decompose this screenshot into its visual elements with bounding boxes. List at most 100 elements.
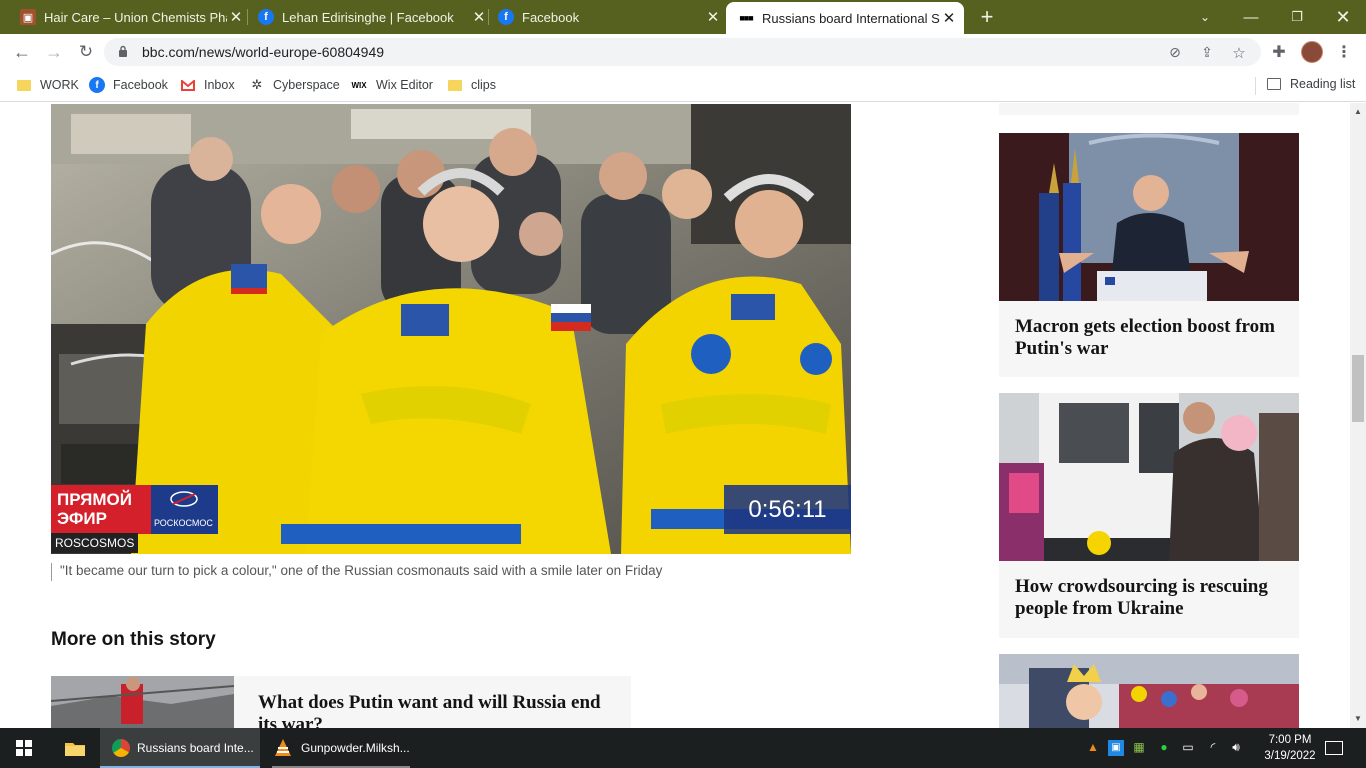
- sidebar-headline[interactable]: How crowdsourcing is rescuing people fro…: [1015, 576, 1290, 620]
- tab-search-chevron-icon[interactable]: ⌄: [1182, 0, 1228, 34]
- reading-list-button[interactable]: Reading list: [1267, 77, 1355, 91]
- close-icon[interactable]: ✕: [704, 8, 722, 26]
- tab-facebook[interactable]: f Facebook ✕: [490, 0, 722, 34]
- restore-button[interactable]: ❐: [1274, 0, 1320, 34]
- new-tab-button[interactable]: +: [964, 0, 1010, 34]
- live-label-line1: ПРЯМОЙ: [57, 490, 132, 509]
- reading-list-icon: [1267, 78, 1281, 90]
- bookmark-label: Cyberspace: [273, 78, 340, 92]
- cyberspace-icon: ✲: [251, 77, 263, 92]
- system-clock[interactable]: 7:00 PM 3/19/2022: [1258, 732, 1322, 764]
- scrollbar-thumb[interactable]: [1352, 355, 1364, 422]
- minimize-button[interactable]: —: [1228, 0, 1274, 34]
- extensions-puzzle-icon[interactable]: ✚: [1269, 42, 1289, 62]
- share-icon[interactable]: ⇪: [1198, 44, 1216, 60]
- reload-button[interactable]: ↻: [73, 39, 99, 65]
- image-caption: "It became our turn to pick a colour," o…: [51, 563, 851, 581]
- tab-separator: [488, 9, 489, 25]
- sidebar-card-next[interactable]: [999, 654, 1299, 728]
- wix-icon: WIX: [351, 80, 367, 90]
- bookmarks-bar: WORK f Facebook Inbox ✲ Cyberspace WIX W…: [0, 70, 1366, 102]
- bookmark-inbox[interactable]: Inbox: [180, 77, 235, 93]
- clock-date: 3/19/2022: [1264, 750, 1316, 762]
- vlc-icon: [275, 739, 291, 756]
- sidebar-card-crowdsourcing[interactable]: How crowdsourcing is rescuing people fro…: [999, 393, 1299, 638]
- roscosmos-emblem-icon: [170, 491, 198, 507]
- back-button[interactable]: ←: [9, 39, 35, 65]
- bookmark-clips[interactable]: clips: [447, 77, 496, 93]
- taskbar-vlc-window[interactable]: Gunpowder.Milksh...: [264, 728, 418, 768]
- tab-title: Russians board International Spa: [762, 10, 940, 26]
- live-label: ПРЯМОЙ ЭФИР: [51, 485, 151, 534]
- notifications-icon[interactable]: [1325, 741, 1343, 755]
- facebook-icon: f: [498, 9, 514, 25]
- scroll-up-arrow[interactable]: ▲: [1353, 108, 1363, 116]
- reading-list-label: Reading list: [1290, 77, 1356, 91]
- bbc-icon: ■■■: [739, 13, 753, 23]
- macron-image: [999, 133, 1299, 301]
- tab-lehan-facebook[interactable]: f Lehan Edirisinghe | Facebook ✕: [250, 0, 488, 34]
- window-close-button[interactable]: ✕: [1320, 0, 1366, 34]
- start-button[interactable]: [0, 728, 48, 768]
- bookmark-label: Inbox: [204, 78, 235, 92]
- close-icon[interactable]: ✕: [470, 8, 488, 26]
- address-bar[interactable]: bbc.com/news/world-europe-60804949 ⊘ ⇪ ☆: [104, 38, 1261, 66]
- sidebar-headline[interactable]: Macron gets election boost from Putin's …: [1015, 316, 1290, 360]
- scroll-down-arrow[interactable]: ▼: [1353, 715, 1363, 723]
- tab-title: Hair Care – Union Chemists Phar: [44, 9, 227, 25]
- bookmark-label: Facebook: [113, 78, 168, 92]
- folder-icon: [447, 77, 463, 93]
- more-on-this-story-heading: More on this story: [51, 629, 216, 650]
- close-icon[interactable]: ✕: [940, 9, 958, 27]
- vlc-tray-icon[interactable]: ▲: [1085, 740, 1101, 756]
- broadcast-timer: 0:56:11: [724, 485, 851, 534]
- bookmark-wix-editor[interactable]: WIX Wix Editor: [350, 77, 433, 93]
- live-broadcast-badge: ПРЯМОЙ ЭФИР РОСКОСМОС: [51, 485, 218, 534]
- live-label-line2: ЭФИР: [57, 509, 107, 528]
- bookmark-label: clips: [471, 78, 497, 92]
- close-icon[interactable]: ✕: [227, 8, 245, 26]
- iss-crew-video-still[interactable]: ПРЯМОЙ ЭФИР РОСКОСМОС ROSCOSMOS 0:56:11: [51, 104, 851, 554]
- colorful-tray-icon[interactable]: ▦: [1131, 740, 1147, 756]
- tab-bbc-active[interactable]: ■■■ Russians board International Spa ✕: [726, 2, 964, 34]
- union-chemists-icon: ▣: [20, 9, 36, 25]
- bookmark-label: WORK: [40, 78, 79, 92]
- eye-slash-icon[interactable]: ⊘: [1166, 44, 1184, 60]
- bookmark-facebook[interactable]: f Facebook: [89, 77, 168, 93]
- bookmark-work[interactable]: WORK: [16, 77, 79, 93]
- volume-icon[interactable]: 🔊︎: [1228, 740, 1244, 756]
- bookmark-star-icon[interactable]: ☆: [1230, 44, 1248, 62]
- bookmark-label: Wix Editor: [376, 78, 433, 92]
- file-explorer-button[interactable]: [52, 728, 98, 768]
- facebook-icon: f: [89, 77, 105, 93]
- battery-icon[interactable]: ▭: [1180, 740, 1196, 756]
- image-credit: ROSCOSMOS: [51, 533, 139, 553]
- forward-button[interactable]: →: [41, 39, 67, 65]
- bookmark-cyberspace[interactable]: ✲ Cyberspace: [249, 77, 340, 93]
- browser-toolbar: ← → ↻ bbc.com/news/world-europe-60804949…: [0, 34, 1366, 70]
- windows-taskbar: Russians board Inte... Gunpowder.Milksh.…: [0, 728, 1366, 768]
- gmail-icon: [180, 77, 196, 93]
- lock-icon[interactable]: [118, 45, 128, 57]
- taskbar-chrome-window[interactable]: Russians board Inte...: [100, 728, 260, 768]
- related-story-headline[interactable]: What does Putin want and will Russia end…: [258, 692, 618, 728]
- tab-hair-care[interactable]: ▣ Hair Care – Union Chemists Phar ✕: [10, 0, 245, 34]
- roscosmos-logo-text: РОСКОСМОС: [154, 518, 213, 528]
- green-tray-icon[interactable]: ●: [1156, 740, 1172, 756]
- tab-title: Facebook: [522, 9, 580, 25]
- facebook-icon: f: [258, 9, 274, 25]
- tab-separator: [247, 9, 248, 25]
- tab-title: Lehan Edirisinghe | Facebook: [282, 9, 454, 25]
- wifi-icon[interactable]: ◜: [1205, 740, 1221, 756]
- url-text[interactable]: bbc.com/news/world-europe-60804949: [142, 44, 384, 60]
- related-story-card[interactable]: What does Putin want and will Russia end…: [51, 676, 631, 728]
- sidebar-card-bottom-edge: [999, 103, 1299, 115]
- folder-icon: [16, 77, 32, 93]
- app-tray-icon[interactable]: ▣: [1108, 740, 1124, 756]
- sidebar-card-macron[interactable]: Macron gets election boost from Putin's …: [999, 133, 1299, 377]
- menu-kebab-icon[interactable]: ⋮: [1334, 42, 1354, 62]
- tab-strip: ▣ Hair Care – Union Chemists Phar ✕ f Le…: [0, 0, 1366, 34]
- profile-avatar[interactable]: [1301, 41, 1323, 63]
- bookmarks-divider: [1255, 77, 1256, 95]
- related-story-thumbnail: [51, 676, 234, 728]
